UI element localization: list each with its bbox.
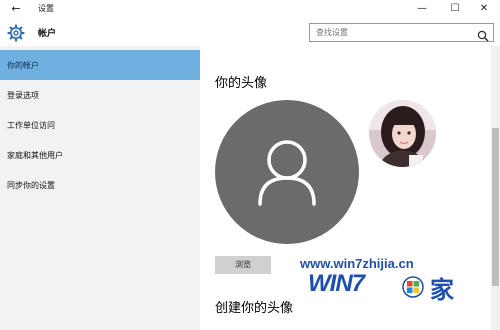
watermark-home: 家 bbox=[430, 276, 454, 304]
section-title-create-picture: 创建你的头像 bbox=[215, 301, 294, 316]
sidebar-item-label: 同步你的设置 bbox=[7, 181, 55, 190]
browse-button[interactable]: 浏览 bbox=[215, 256, 271, 274]
search-input[interactable] bbox=[310, 24, 470, 41]
user-avatar-icon bbox=[215, 100, 359, 244]
section-title-your-picture: 你的头像 bbox=[215, 76, 268, 91]
sidebar-item-label: 工作单位访问 bbox=[7, 121, 55, 130]
sidebar-item-label: 你的帐户 bbox=[7, 61, 39, 70]
watermark-url: www.win7zhijia.cn bbox=[300, 256, 414, 271]
watermark: www.win7zhijia.cn WIN7 家 bbox=[298, 256, 494, 308]
search-box[interactable] bbox=[309, 23, 494, 42]
sidebar-item-your-account[interactable]: 你的帐户 bbox=[0, 50, 200, 80]
watermark-logo: WIN7 bbox=[308, 270, 365, 297]
profile-photo[interactable] bbox=[369, 100, 436, 167]
minimize-icon[interactable]: — bbox=[408, 0, 436, 18]
sidebar-item-label: 登录选项 bbox=[7, 91, 39, 100]
back-arrow-icon[interactable]: ← bbox=[8, 2, 24, 16]
sidebar-item-sync-settings[interactable]: 同步你的设置 bbox=[0, 170, 200, 200]
sidebar-item-label: 家庭和其他用户 bbox=[7, 151, 63, 160]
sidebar-item-family-users[interactable]: 家庭和其他用户 bbox=[0, 140, 200, 170]
search-icon[interactable] bbox=[477, 27, 489, 42]
sidebar: 你的帐户 登录选项 工作单位访问 家庭和其他用户 同步你的设置 bbox=[0, 46, 200, 330]
title-bar: ← 设置 — ☐ ✕ bbox=[0, 0, 500, 18]
sidebar-item-work-access[interactable]: 工作单位访问 bbox=[0, 110, 200, 140]
window-title: 设置 bbox=[38, 4, 54, 13]
maximize-icon[interactable]: ☐ bbox=[441, 0, 469, 18]
windows-flag-icon bbox=[402, 276, 424, 298]
gear-icon bbox=[7, 24, 25, 42]
sidebar-item-sign-in-options[interactable]: 登录选项 bbox=[0, 80, 200, 110]
page-title: 帐户 bbox=[38, 29, 57, 39]
close-icon[interactable]: ✕ bbox=[470, 0, 498, 18]
